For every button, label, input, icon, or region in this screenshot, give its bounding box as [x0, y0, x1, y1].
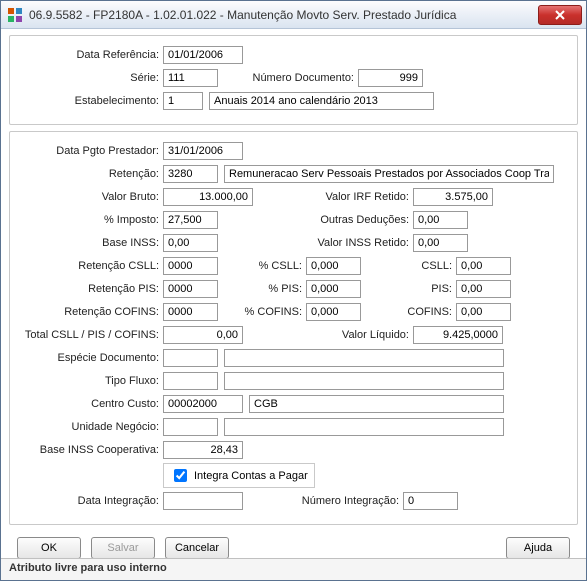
- estab-label: Estabelecimento:: [18, 95, 163, 107]
- integra-checkbox-wrap[interactable]: Integra Contas a Pagar: [163, 463, 315, 488]
- content: Data Referência: Série: Número Documento…: [1, 29, 586, 567]
- ret-cofins-label: Retenção COFINS:: [18, 306, 163, 318]
- header-group: Data Referência: Série: Número Documento…: [9, 35, 578, 125]
- valor-irf-label: Valor IRF Retido:: [253, 191, 413, 203]
- valor-liq-input[interactable]: [413, 326, 503, 344]
- valor-inss-ret-input[interactable]: [413, 234, 468, 252]
- centro-custo-label: Centro Custo:: [18, 398, 163, 410]
- csll-input[interactable]: [456, 257, 511, 275]
- valor-liq-label: Valor Líquido:: [243, 329, 413, 341]
- pct-cofins-input[interactable]: [306, 303, 361, 321]
- especie-desc: [224, 349, 504, 367]
- serie-label: Série:: [18, 72, 163, 84]
- unidade-neg-input[interactable]: [163, 418, 218, 436]
- unidade-neg-label: Unidade Negócio:: [18, 421, 163, 433]
- salvar-button: Salvar: [91, 537, 155, 559]
- base-inss-input[interactable]: [163, 234, 218, 252]
- total-label: Total CSLL / PIS / COFINS:: [18, 329, 163, 341]
- outras-ded-input[interactable]: [413, 211, 468, 229]
- tipo-fluxo-label: Tipo Fluxo:: [18, 375, 163, 387]
- especie-label: Espécie Documento:: [18, 352, 163, 364]
- tipo-fluxo-desc: [224, 372, 504, 390]
- num-int-input[interactable]: [403, 492, 458, 510]
- window: 06.9.5582 - FP2180A - 1.02.01.022 - Manu…: [0, 0, 587, 581]
- data-ref-label: Data Referência:: [18, 49, 163, 61]
- especie-input[interactable]: [163, 349, 218, 367]
- status-text: Atributo livre para uso interno: [9, 562, 167, 574]
- data-int-label: Data Integração:: [18, 495, 163, 507]
- valor-irf-input[interactable]: [413, 188, 493, 206]
- data-ref-input[interactable]: [163, 46, 243, 64]
- pis-input[interactable]: [456, 280, 511, 298]
- base-inss-label: Base INSS:: [18, 237, 163, 249]
- body-group: Data Pgto Prestador: Retenção: Valor Bru…: [9, 131, 578, 525]
- pct-imposto-input[interactable]: [163, 211, 218, 229]
- data-pgto-label: Data Pgto Prestador:: [18, 145, 163, 157]
- pis-label: PIS:: [361, 283, 456, 295]
- cancelar-button[interactable]: Cancelar: [165, 537, 229, 559]
- pct-csll-input[interactable]: [306, 257, 361, 275]
- tipo-fluxo-input[interactable]: [163, 372, 218, 390]
- ajuda-button[interactable]: Ajuda: [506, 537, 570, 559]
- integra-checkbox[interactable]: [174, 469, 187, 482]
- num-doc-input[interactable]: [358, 69, 423, 87]
- pct-pis-label: % PIS:: [218, 283, 306, 295]
- centro-custo-desc: [249, 395, 504, 413]
- ret-csll-input[interactable]: [163, 257, 218, 275]
- ret-csll-label: Retenção CSLL:: [18, 260, 163, 272]
- statusbar: Atributo livre para uso interno: [1, 558, 586, 580]
- num-int-label: Número Integração:: [243, 495, 403, 507]
- data-int-input[interactable]: [163, 492, 243, 510]
- pct-cofins-label: % COFINS:: [218, 306, 306, 318]
- retencao-label: Retenção:: [18, 168, 163, 180]
- cofins-input[interactable]: [456, 303, 511, 321]
- ok-button[interactable]: OK: [17, 537, 81, 559]
- serie-input[interactable]: [163, 69, 218, 87]
- csll-label: CSLL:: [361, 260, 456, 272]
- titlebar: 06.9.5582 - FP2180A - 1.02.01.022 - Manu…: [1, 1, 586, 29]
- num-doc-label: Número Documento:: [218, 72, 358, 84]
- cofins-label: COFINS:: [361, 306, 456, 318]
- pct-imposto-label: % Imposto:: [18, 214, 163, 226]
- ret-cofins-input[interactable]: [163, 303, 218, 321]
- total-input[interactable]: [163, 326, 243, 344]
- pct-pis-input[interactable]: [306, 280, 361, 298]
- outras-ded-label: Outras Deduções:: [218, 214, 413, 226]
- valor-inss-ret-label: Valor INSS Retido:: [218, 237, 413, 249]
- valor-bruto-label: Valor Bruto:: [18, 191, 163, 203]
- integra-label: Integra Contas a Pagar: [194, 470, 308, 482]
- base-inss-coop-label: Base INSS Cooperativa:: [18, 444, 163, 456]
- ret-pis-input[interactable]: [163, 280, 218, 298]
- valor-bruto-input[interactable]: [163, 188, 253, 206]
- ret-pis-label: Retenção PIS:: [18, 283, 163, 295]
- pct-csll-label: % CSLL:: [218, 260, 306, 272]
- estab-input[interactable]: [163, 92, 203, 110]
- estab-desc: [209, 92, 434, 110]
- retencao-input[interactable]: [163, 165, 218, 183]
- close-button[interactable]: [538, 5, 582, 25]
- base-inss-coop-input[interactable]: [163, 441, 243, 459]
- data-pgto-input[interactable]: [163, 142, 243, 160]
- centro-custo-input[interactable]: [163, 395, 243, 413]
- app-icon: [7, 7, 23, 23]
- retencao-desc: [224, 165, 554, 183]
- window-title: 06.9.5582 - FP2180A - 1.02.01.022 - Manu…: [29, 8, 538, 22]
- unidade-neg-desc: [224, 418, 504, 436]
